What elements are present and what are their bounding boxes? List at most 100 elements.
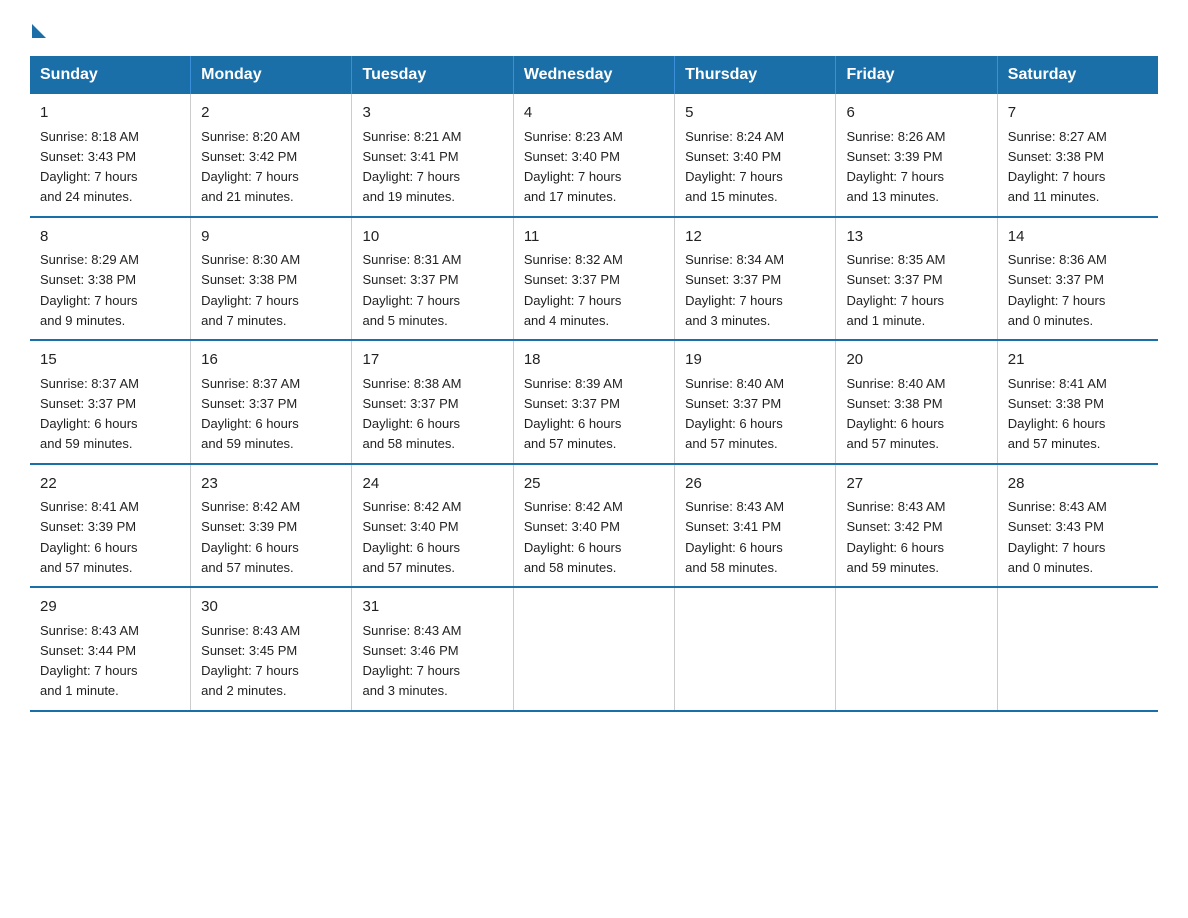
calendar-cell: 31 Sunrise: 8:43 AMSunset: 3:46 PMDaylig… <box>352 587 513 711</box>
day-info: Sunrise: 8:20 AMSunset: 3:42 PMDaylight:… <box>201 129 300 205</box>
calendar-cell: 27 Sunrise: 8:43 AMSunset: 3:42 PMDaylig… <box>836 464 997 588</box>
weekday-header-sunday: Sunday <box>30 56 191 94</box>
weekday-header-friday: Friday <box>836 56 997 94</box>
day-info: Sunrise: 8:30 AMSunset: 3:38 PMDaylight:… <box>201 252 300 328</box>
day-number: 26 <box>685 473 825 496</box>
calendar-cell: 24 Sunrise: 8:42 AMSunset: 3:40 PMDaylig… <box>352 464 513 588</box>
day-number: 6 <box>846 102 986 125</box>
day-info: Sunrise: 8:42 AMSunset: 3:39 PMDaylight:… <box>201 499 300 575</box>
calendar-week-row: 1 Sunrise: 8:18 AMSunset: 3:43 PMDayligh… <box>30 94 1158 217</box>
day-number: 3 <box>362 102 502 125</box>
day-info: Sunrise: 8:41 AMSunset: 3:38 PMDaylight:… <box>1008 376 1107 452</box>
calendar-cell: 8 Sunrise: 8:29 AMSunset: 3:38 PMDayligh… <box>30 217 191 341</box>
calendar-cell: 30 Sunrise: 8:43 AMSunset: 3:45 PMDaylig… <box>191 587 352 711</box>
calendar-cell: 15 Sunrise: 8:37 AMSunset: 3:37 PMDaylig… <box>30 340 191 464</box>
day-info: Sunrise: 8:36 AMSunset: 3:37 PMDaylight:… <box>1008 252 1107 328</box>
day-info: Sunrise: 8:43 AMSunset: 3:42 PMDaylight:… <box>846 499 945 575</box>
calendar-cell: 12 Sunrise: 8:34 AMSunset: 3:37 PMDaylig… <box>675 217 836 341</box>
calendar-cell: 13 Sunrise: 8:35 AMSunset: 3:37 PMDaylig… <box>836 217 997 341</box>
day-info: Sunrise: 8:18 AMSunset: 3:43 PMDaylight:… <box>40 129 139 205</box>
calendar-week-row: 22 Sunrise: 8:41 AMSunset: 3:39 PMDaylig… <box>30 464 1158 588</box>
day-info: Sunrise: 8:23 AMSunset: 3:40 PMDaylight:… <box>524 129 623 205</box>
calendar-cell: 16 Sunrise: 8:37 AMSunset: 3:37 PMDaylig… <box>191 340 352 464</box>
day-number: 31 <box>362 596 502 619</box>
calendar-cell: 2 Sunrise: 8:20 AMSunset: 3:42 PMDayligh… <box>191 94 352 217</box>
day-info: Sunrise: 8:43 AMSunset: 3:46 PMDaylight:… <box>362 623 461 699</box>
day-info: Sunrise: 8:41 AMSunset: 3:39 PMDaylight:… <box>40 499 139 575</box>
day-info: Sunrise: 8:42 AMSunset: 3:40 PMDaylight:… <box>362 499 461 575</box>
weekday-header-row: SundayMondayTuesdayWednesdayThursdayFrid… <box>30 56 1158 94</box>
day-info: Sunrise: 8:43 AMSunset: 3:41 PMDaylight:… <box>685 499 784 575</box>
day-number: 23 <box>201 473 341 496</box>
calendar-cell: 3 Sunrise: 8:21 AMSunset: 3:41 PMDayligh… <box>352 94 513 217</box>
day-number: 22 <box>40 473 180 496</box>
calendar-week-row: 8 Sunrise: 8:29 AMSunset: 3:38 PMDayligh… <box>30 217 1158 341</box>
calendar-cell: 21 Sunrise: 8:41 AMSunset: 3:38 PMDaylig… <box>997 340 1158 464</box>
calendar-cell: 10 Sunrise: 8:31 AMSunset: 3:37 PMDaylig… <box>352 217 513 341</box>
calendar-cell: 23 Sunrise: 8:42 AMSunset: 3:39 PMDaylig… <box>191 464 352 588</box>
day-info: Sunrise: 8:31 AMSunset: 3:37 PMDaylight:… <box>362 252 461 328</box>
calendar-cell: 4 Sunrise: 8:23 AMSunset: 3:40 PMDayligh… <box>513 94 674 217</box>
day-info: Sunrise: 8:40 AMSunset: 3:38 PMDaylight:… <box>846 376 945 452</box>
day-number: 20 <box>846 349 986 372</box>
day-info: Sunrise: 8:29 AMSunset: 3:38 PMDaylight:… <box>40 252 139 328</box>
day-info: Sunrise: 8:38 AMSunset: 3:37 PMDaylight:… <box>362 376 461 452</box>
calendar-cell: 5 Sunrise: 8:24 AMSunset: 3:40 PMDayligh… <box>675 94 836 217</box>
calendar-cell: 1 Sunrise: 8:18 AMSunset: 3:43 PMDayligh… <box>30 94 191 217</box>
day-number: 17 <box>362 349 502 372</box>
calendar-week-row: 15 Sunrise: 8:37 AMSunset: 3:37 PMDaylig… <box>30 340 1158 464</box>
weekday-header-saturday: Saturday <box>997 56 1158 94</box>
day-number: 28 <box>1008 473 1148 496</box>
day-info: Sunrise: 8:43 AMSunset: 3:45 PMDaylight:… <box>201 623 300 699</box>
day-number: 24 <box>362 473 502 496</box>
day-info: Sunrise: 8:40 AMSunset: 3:37 PMDaylight:… <box>685 376 784 452</box>
calendar-cell: 17 Sunrise: 8:38 AMSunset: 3:37 PMDaylig… <box>352 340 513 464</box>
calendar-cell: 28 Sunrise: 8:43 AMSunset: 3:43 PMDaylig… <box>997 464 1158 588</box>
calendar-cell: 6 Sunrise: 8:26 AMSunset: 3:39 PMDayligh… <box>836 94 997 217</box>
calendar-table: SundayMondayTuesdayWednesdayThursdayFrid… <box>30 56 1158 712</box>
day-info: Sunrise: 8:27 AMSunset: 3:38 PMDaylight:… <box>1008 129 1107 205</box>
logo <box>30 20 46 36</box>
calendar-cell: 20 Sunrise: 8:40 AMSunset: 3:38 PMDaylig… <box>836 340 997 464</box>
weekday-header-tuesday: Tuesday <box>352 56 513 94</box>
day-number: 8 <box>40 226 180 249</box>
day-info: Sunrise: 8:43 AMSunset: 3:43 PMDaylight:… <box>1008 499 1107 575</box>
day-info: Sunrise: 8:42 AMSunset: 3:40 PMDaylight:… <box>524 499 623 575</box>
day-number: 5 <box>685 102 825 125</box>
calendar-cell: 19 Sunrise: 8:40 AMSunset: 3:37 PMDaylig… <box>675 340 836 464</box>
day-info: Sunrise: 8:26 AMSunset: 3:39 PMDaylight:… <box>846 129 945 205</box>
day-number: 30 <box>201 596 341 619</box>
calendar-cell: 29 Sunrise: 8:43 AMSunset: 3:44 PMDaylig… <box>30 587 191 711</box>
calendar-cell: 25 Sunrise: 8:42 AMSunset: 3:40 PMDaylig… <box>513 464 674 588</box>
weekday-header-thursday: Thursday <box>675 56 836 94</box>
day-number: 13 <box>846 226 986 249</box>
day-info: Sunrise: 8:24 AMSunset: 3:40 PMDaylight:… <box>685 129 784 205</box>
day-number: 18 <box>524 349 664 372</box>
day-info: Sunrise: 8:37 AMSunset: 3:37 PMDaylight:… <box>201 376 300 452</box>
calendar-week-row: 29 Sunrise: 8:43 AMSunset: 3:44 PMDaylig… <box>30 587 1158 711</box>
day-number: 27 <box>846 473 986 496</box>
weekday-header-monday: Monday <box>191 56 352 94</box>
day-number: 12 <box>685 226 825 249</box>
calendar-cell: 26 Sunrise: 8:43 AMSunset: 3:41 PMDaylig… <box>675 464 836 588</box>
calendar-cell <box>997 587 1158 711</box>
day-number: 14 <box>1008 226 1148 249</box>
day-info: Sunrise: 8:39 AMSunset: 3:37 PMDaylight:… <box>524 376 623 452</box>
day-number: 21 <box>1008 349 1148 372</box>
calendar-cell <box>675 587 836 711</box>
day-info: Sunrise: 8:35 AMSunset: 3:37 PMDaylight:… <box>846 252 945 328</box>
day-number: 29 <box>40 596 180 619</box>
day-number: 25 <box>524 473 664 496</box>
day-info: Sunrise: 8:37 AMSunset: 3:37 PMDaylight:… <box>40 376 139 452</box>
calendar-cell: 9 Sunrise: 8:30 AMSunset: 3:38 PMDayligh… <box>191 217 352 341</box>
day-number: 11 <box>524 226 664 249</box>
page-header <box>30 20 1158 36</box>
day-number: 7 <box>1008 102 1148 125</box>
calendar-cell: 18 Sunrise: 8:39 AMSunset: 3:37 PMDaylig… <box>513 340 674 464</box>
day-number: 10 <box>362 226 502 249</box>
calendar-cell <box>836 587 997 711</box>
day-number: 19 <box>685 349 825 372</box>
calendar-cell: 22 Sunrise: 8:41 AMSunset: 3:39 PMDaylig… <box>30 464 191 588</box>
day-number: 9 <box>201 226 341 249</box>
logo-arrow-icon <box>32 24 46 38</box>
